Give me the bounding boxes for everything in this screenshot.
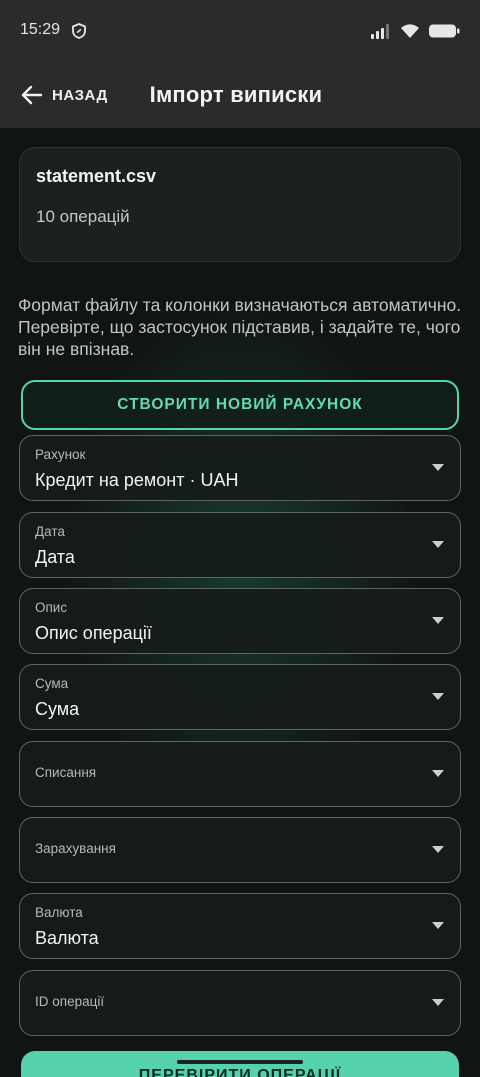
dropdown-arrow-icon — [432, 464, 444, 471]
operation-id-label: ID операції — [35, 994, 105, 1009]
credit-column-select[interactable]: Зарахування — [19, 817, 461, 883]
dropdown-arrow-icon — [432, 617, 444, 624]
description-label: Опис — [35, 600, 68, 615]
file-card: statement.csv 10 операцій — [19, 147, 461, 262]
page-title: Імпорт виписки — [149, 82, 323, 107]
screen: 15:29 НАЗАД Імпорт виписки statement.csv… — [0, 0, 480, 1077]
account-value: Кредит на ремонт · UAH — [35, 470, 239, 490]
date-value: Дата — [35, 547, 75, 567]
status-bar: 15:29 — [0, 0, 480, 62]
back-arrow-icon — [21, 85, 43, 105]
hint-text: Формат файлу та колонки визначаються авт… — [18, 295, 462, 359]
verify-operations-button[interactable]: ПЕРЕВІРИТИ ОПЕРАЦІЇ — [21, 1051, 459, 1077]
amount-column-select[interactable]: Сума Сума — [19, 664, 461, 730]
status-time: 15:29 — [20, 21, 61, 38]
debit-column-select[interactable]: Списання — [19, 741, 461, 807]
file-name: statement.csv — [36, 166, 157, 186]
dropdown-arrow-icon — [432, 999, 444, 1006]
currency-label: Валюта — [35, 905, 83, 920]
amount-value: Сума — [35, 699, 80, 719]
account-label: Рахунок — [35, 447, 86, 462]
date-column-select[interactable]: Дата Дата — [19, 512, 461, 578]
battery-icon — [429, 24, 460, 38]
currency-column-select[interactable]: Валюта Валюта — [19, 893, 461, 959]
back-button[interactable]: НАЗАД — [20, 73, 108, 117]
debit-label: Списання — [35, 765, 97, 780]
operations-count: 10 операцій — [36, 207, 130, 226]
description-column-select[interactable]: Опис Опис операції — [19, 588, 461, 654]
app-bar: НАЗАД Імпорт виписки — [0, 62, 480, 128]
operation-id-column-select[interactable]: ID операції — [19, 970, 461, 1036]
dropdown-arrow-icon — [432, 846, 444, 853]
dropdown-arrow-icon — [432, 770, 444, 777]
signal-icon — [371, 24, 389, 39]
home-indicator[interactable] — [177, 1060, 303, 1064]
create-account-button[interactable]: СТВОРИТИ НОВИЙ РАХУНОК — [21, 380, 459, 430]
wifi-icon — [401, 24, 419, 38]
amount-label: Сума — [35, 676, 69, 691]
back-label: НАЗАД — [52, 86, 108, 104]
description-value: Опис операції — [35, 623, 152, 643]
credit-label: Зарахування — [35, 841, 116, 856]
account-select[interactable]: Рахунок Кредит на ремонт · UAH — [19, 435, 461, 501]
currency-value: Валюта — [35, 928, 99, 948]
status-icons — [370, 23, 460, 39]
shield-icon — [72, 23, 86, 39]
dropdown-arrow-icon — [432, 922, 444, 929]
date-label: Дата — [35, 524, 65, 539]
dropdown-arrow-icon — [432, 693, 444, 700]
dropdown-arrow-icon — [432, 541, 444, 548]
